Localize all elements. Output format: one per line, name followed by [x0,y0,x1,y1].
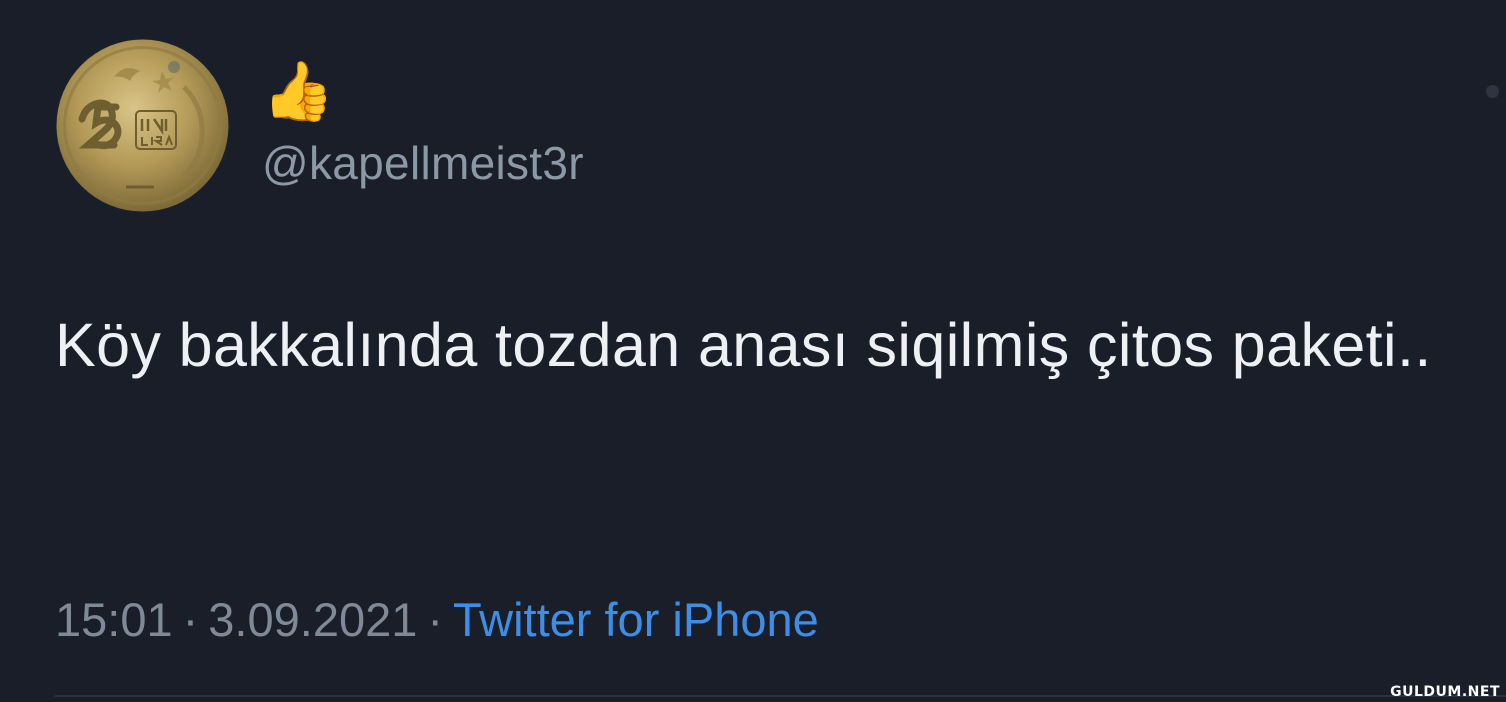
tweet-meta: 15:01 · 3.09.2021 · Twitter for iPhone [55,592,819,648]
watermark: GULDUM.NET [1390,684,1500,700]
coin-avatar-icon[interactable] [54,37,231,214]
meta-separator: · [427,593,444,646]
more-options-icon[interactable] [1486,85,1499,98]
tweet-time[interactable]: 15:01 [55,593,173,646]
meta-separator: · [182,593,199,646]
tweet-source-link[interactable]: Twitter for iPhone [453,593,819,646]
tweet-card: 👍 @kapellmeist3r Köy bakkalında tozdan a… [0,0,1506,702]
user-handle[interactable]: @kapellmeist3r [262,137,584,189]
divider [55,695,1506,697]
tweet-text: Köy bakkalında tozdan anası siqilmiş çit… [55,311,1432,379]
tweet-date[interactable]: 3.09.2021 [208,593,417,646]
display-name[interactable]: 👍 [262,58,334,126]
